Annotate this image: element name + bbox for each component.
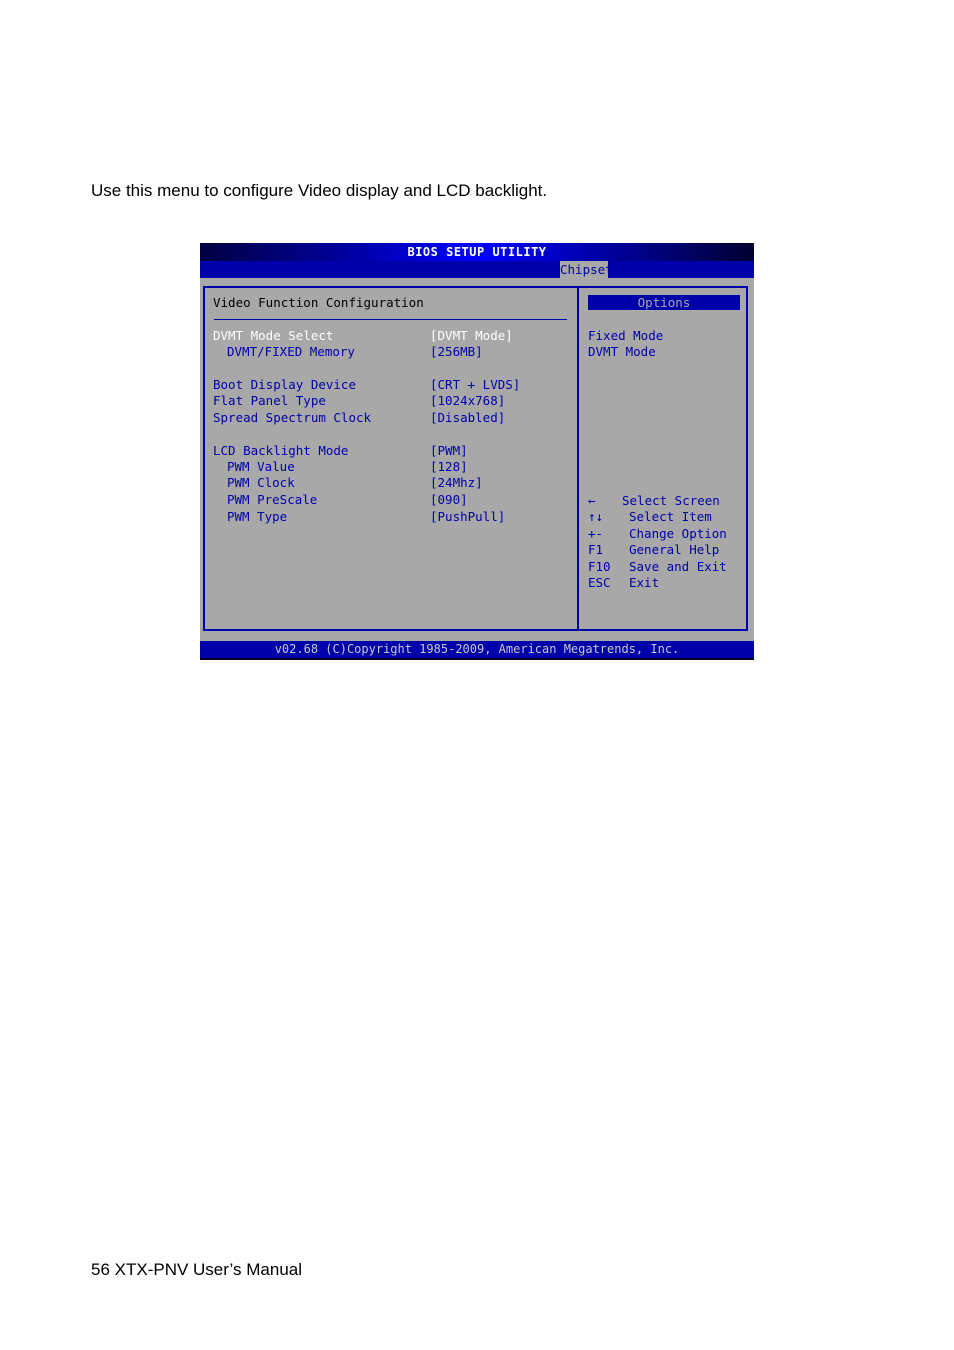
setting-label: Boot Display Device xyxy=(213,377,356,392)
key-description: Exit xyxy=(629,575,660,590)
setting-spread-spectrum-clock[interactable]: Spread Spectrum Clock [Disabled] xyxy=(213,410,573,426)
tab-chipset[interactable]: Chipset xyxy=(560,261,613,278)
heading-divider xyxy=(214,319,567,320)
key-description: Select Screen xyxy=(622,493,720,508)
setting-label: LCD Backlight Mode xyxy=(213,443,349,458)
key-help-exit: ESC Exit xyxy=(588,575,738,591)
pane-divider xyxy=(577,286,579,631)
setting-value[interactable]: [PWM] xyxy=(430,443,468,459)
page-footer: 56 XTX-PNV User’s Manual xyxy=(91,1260,303,1279)
intro-text: Use this menu to configure Video display… xyxy=(91,181,548,200)
option-fixed-mode: Fixed Mode xyxy=(588,328,664,343)
section-title: Video Function Configuration xyxy=(213,295,424,310)
key-help-select-screen: ← Select Screen xyxy=(588,493,738,509)
setting-value[interactable]: [256MB] xyxy=(430,344,483,360)
setting-value[interactable]: [24Mhz] xyxy=(430,475,483,491)
bios-title-bar: BIOS SETUP UTILITY xyxy=(200,243,754,261)
setting-label: Flat Panel Type xyxy=(213,393,326,408)
setting-value[interactable]: [CRT + LVDS] xyxy=(430,377,520,393)
key-description: Save and Exit xyxy=(629,559,727,574)
key-name: F1 xyxy=(588,542,604,557)
key-description: Change Option xyxy=(629,526,727,541)
bios-tab-bar: Chipset xyxy=(200,261,754,278)
bios-copyright-bar: v02.68 (C)Copyright 1985-2009, American … xyxy=(200,641,754,660)
setting-label: Spread Spectrum Clock xyxy=(213,410,372,425)
key-description: Select Item xyxy=(629,509,712,524)
setting-value[interactable]: [DVMT Mode] xyxy=(430,328,513,344)
setting-label: DVMT/FIXED Memory xyxy=(227,344,355,359)
key-help-save-exit: F10 Save and Exit xyxy=(588,559,738,575)
arrow-up-down-icon: ↑↓ xyxy=(588,509,604,524)
setting-pwm-clock[interactable]: PWM Clock [24Mhz] xyxy=(213,475,573,491)
key-name: F10 xyxy=(588,559,611,574)
setting-value[interactable]: [090] xyxy=(430,492,468,508)
setting-value[interactable]: [128] xyxy=(430,459,468,475)
setting-flat-panel-type[interactable]: Flat Panel Type [1024x768] xyxy=(213,393,573,409)
key-help-select-item: ↑↓ Select Item xyxy=(588,509,738,525)
setting-dvmt-mode-select[interactable]: DVMT Mode Select [DVMT Mode] xyxy=(213,328,573,344)
setting-pwm-value[interactable]: PWM Value [128] xyxy=(213,459,573,475)
setting-label: PWM Value xyxy=(227,459,295,474)
key-help-change-option: +- Change Option xyxy=(588,526,738,542)
setting-label: DVMT Mode Select xyxy=(213,328,334,343)
setting-pwm-prescale[interactable]: PWM PreScale [090] xyxy=(213,492,573,508)
setting-label: PWM Clock xyxy=(227,475,295,490)
setting-boot-display-device[interactable]: Boot Display Device [CRT + LVDS] xyxy=(213,377,573,393)
arrow-left-icon: ← xyxy=(588,493,596,508)
option-dvmt-mode: DVMT Mode xyxy=(588,344,656,359)
plus-minus-icon: +- xyxy=(588,526,604,541)
key-description: General Help xyxy=(629,542,720,557)
options-header: Options xyxy=(588,295,740,310)
setting-value[interactable]: [1024x768] xyxy=(430,393,505,409)
bios-screenshot: BIOS SETUP UTILITY Chipset Video Functio… xyxy=(200,243,754,660)
setting-lcd-backlight-mode[interactable]: LCD Backlight Mode [PWM] xyxy=(213,443,573,459)
setting-label: PWM Type xyxy=(227,509,288,524)
key-help-general-help: F1 General Help xyxy=(588,542,738,558)
key-name: ESC xyxy=(588,575,611,590)
setting-dvmt-fixed-memory[interactable]: DVMT/FIXED Memory [256MB] xyxy=(213,344,573,360)
setting-pwm-type[interactable]: PWM Type [PushPull] xyxy=(213,509,573,525)
setting-value[interactable]: [Disabled] xyxy=(430,410,505,426)
setting-label: PWM PreScale xyxy=(227,492,318,507)
setting-value[interactable]: [PushPull] xyxy=(430,509,505,525)
